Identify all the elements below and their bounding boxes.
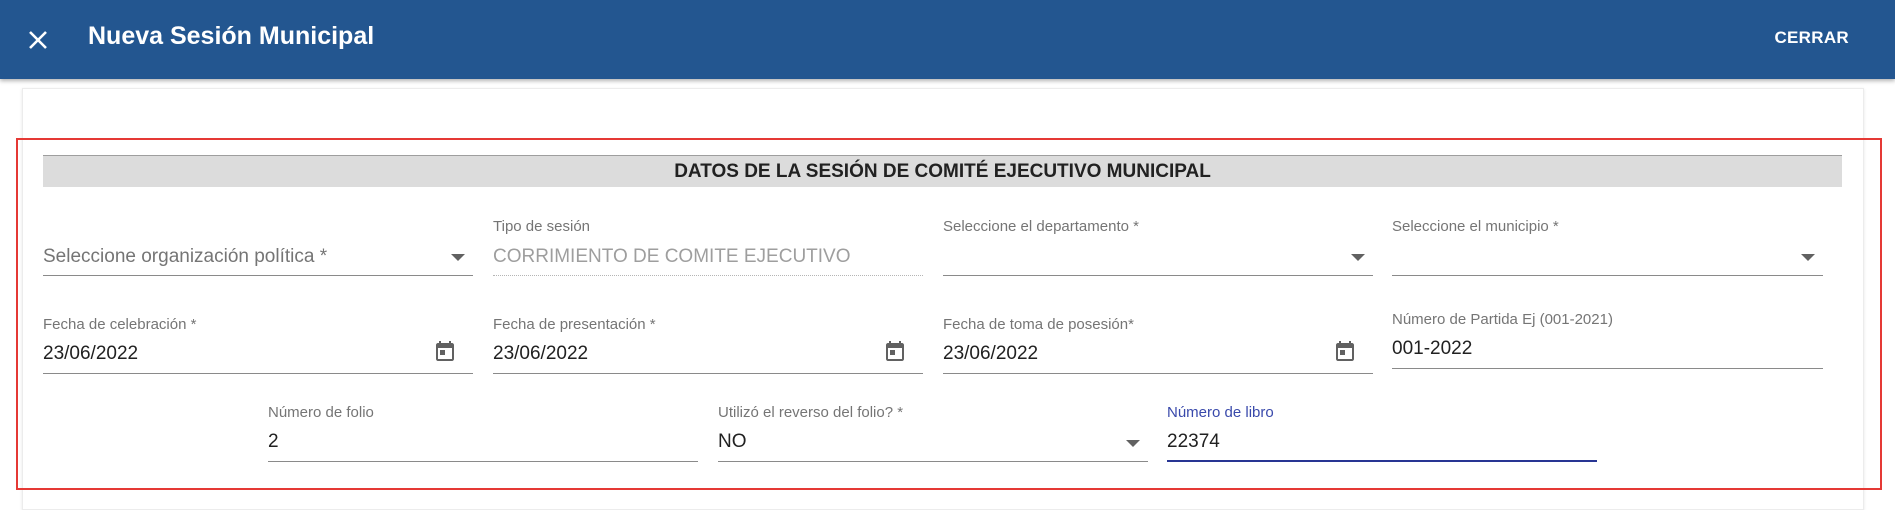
fecha-celebracion-label: Fecha de celebración * <box>43 316 197 333</box>
calendar-icon[interactable] <box>433 340 457 364</box>
tipo-sesion-label: Tipo de sesión <box>493 218 591 235</box>
section-header: DATOS DE LA SESIÓN DE COMITÉ EJECUTIVO M… <box>43 155 1842 187</box>
fecha-celebracion-value[interactable]: 23/06/2022 <box>43 343 138 365</box>
app-bar: Nueva Sesión Municipal CERRAR <box>0 0 1895 79</box>
numero-folio-value[interactable]: 2 <box>268 431 279 453</box>
tipo-sesion-value: CORRIMIENTO DE COMITE EJECUTIVO <box>493 246 851 267</box>
dropdown-arrow-icon[interactable] <box>1126 440 1140 447</box>
organizacion-placeholder: Seleccione organización política * <box>43 246 328 267</box>
numero-folio-label: Número de folio <box>268 404 374 421</box>
section-title: DATOS DE LA SESIÓN DE COMITÉ EJECUTIVO M… <box>674 160 1211 182</box>
fecha-toma-label: Fecha de toma de posesión* <box>943 316 1134 333</box>
reverso-folio-value: NO <box>718 431 747 452</box>
numero-libro-label: Número de libro <box>1167 404 1274 421</box>
field-underline <box>943 275 1373 276</box>
field-underline <box>1392 368 1823 369</box>
fecha-toma-field[interactable]: Fecha de toma de posesión* 23/06/2022 <box>943 316 1373 376</box>
field-underline <box>493 275 923 276</box>
fecha-toma-value[interactable]: 23/06/2022 <box>943 343 1038 365</box>
fecha-presentacion-label: Fecha de presentación * <box>493 316 656 333</box>
field-underline <box>493 373 923 374</box>
fecha-presentacion-field[interactable]: Fecha de presentación * 23/06/2022 <box>493 316 923 376</box>
field-underline-focused <box>1167 460 1597 462</box>
numero-partida-label: Número de Partida Ej (001-2021) <box>1392 311 1613 328</box>
calendar-icon[interactable] <box>1333 340 1357 364</box>
numero-partida-field[interactable]: Número de Partida Ej (001-2021) 001-2022 <box>1392 311 1823 371</box>
departamento-select[interactable]: Seleccione el departamento * <box>943 218 1373 278</box>
calendar-icon[interactable] <box>883 340 907 364</box>
dropdown-arrow-icon[interactable] <box>451 254 465 261</box>
numero-partida-value[interactable]: 001-2022 <box>1392 338 1472 360</box>
dropdown-arrow-icon[interactable] <box>1801 254 1815 261</box>
municipio-label: Seleccione el municipio * <box>1392 218 1559 235</box>
municipio-select[interactable]: Seleccione el municipio * <box>1392 218 1823 278</box>
fecha-presentacion-value[interactable]: 23/06/2022 <box>493 343 588 365</box>
close-icon[interactable] <box>22 24 54 56</box>
field-underline <box>718 461 1148 462</box>
organizacion-select[interactable]: Seleccione organización política * <box>43 218 473 278</box>
reverso-folio-label: Utilizó el reverso del folio? * <box>718 404 904 421</box>
numero-libro-value[interactable]: 22374 <box>1167 431 1220 453</box>
tipo-sesion-field: Tipo de sesión CORRIMIENTO DE COMITE EJE… <box>493 218 923 278</box>
close-button[interactable]: CERRAR <box>1774 28 1849 48</box>
numero-libro-field[interactable]: Número de libro 22374 <box>1167 404 1597 464</box>
reverso-folio-select[interactable]: Utilizó el reverso del folio? * NO <box>718 404 1148 464</box>
dropdown-arrow-icon[interactable] <box>1351 254 1365 261</box>
page-title: Nueva Sesión Municipal <box>88 22 375 50</box>
field-underline <box>943 373 1373 374</box>
field-underline <box>43 275 473 276</box>
field-underline <box>1392 275 1823 276</box>
field-underline <box>268 461 698 462</box>
fecha-celebracion-field[interactable]: Fecha de celebración * 23/06/2022 <box>43 316 473 376</box>
field-underline <box>43 373 473 374</box>
numero-folio-field[interactable]: Número de folio 2 <box>268 404 698 464</box>
departamento-label: Seleccione el departamento * <box>943 218 1139 235</box>
